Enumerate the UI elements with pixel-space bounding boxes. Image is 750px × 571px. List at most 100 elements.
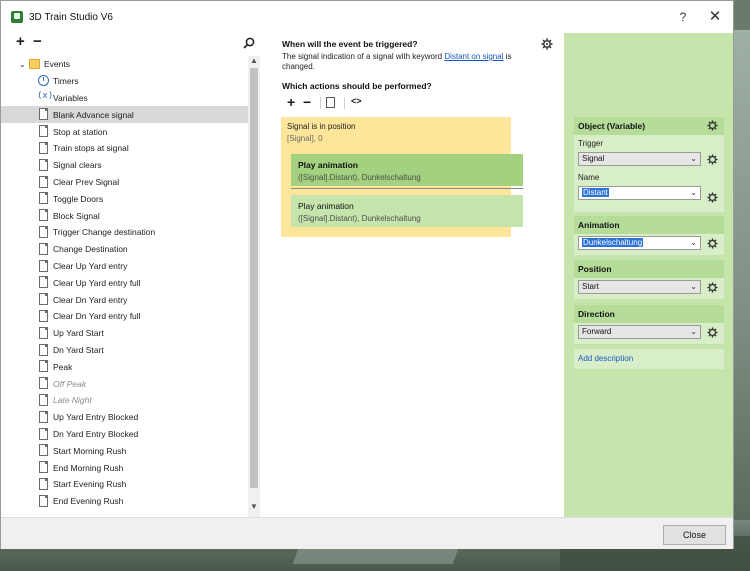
animation-card: Animation Dunkelschaltung ⌄ (574, 216, 724, 255)
list-item-label: End Morning Rush (53, 462, 124, 473)
gear-icon[interactable] (707, 154, 718, 165)
document-icon (39, 360, 48, 373)
position-card: Position Start ⌄ (574, 260, 724, 299)
tree-item-event[interactable]: Clear Up Yard entry (1, 258, 248, 275)
tree-item-timers[interactable]: Timers (1, 73, 248, 90)
add-description-link[interactable]: Add description (578, 354, 633, 363)
chevron-down-icon[interactable]: ⌄ (690, 153, 697, 165)
action-block[interactable]: Play animation ([Signal].Distant), Dunke… (291, 195, 523, 227)
document-icon (39, 175, 48, 188)
close-button[interactable]: Close (663, 525, 726, 545)
name-select[interactable]: Distant ⌄ (578, 186, 701, 200)
search-icon[interactable] (243, 37, 255, 49)
list-item-label: Train stops at signal (53, 143, 129, 154)
document-icon (39, 410, 48, 423)
dialog-window: 3D Train Studio V6 ? ✕ + − ⌄ Events Time… (0, 0, 734, 549)
chevron-down-icon[interactable]: ⌄ (690, 326, 697, 338)
tree-item-event[interactable]: Clear Dn Yard entry full (1, 308, 248, 325)
animation-card-header: Animation (574, 216, 724, 234)
direction-select[interactable]: Forward ⌄ (578, 325, 701, 339)
tree-item-event[interactable]: Dn Yard Entry Blocked (1, 426, 248, 443)
tree-root-events[interactable]: ⌄ Events (1, 56, 248, 73)
document-icon (39, 259, 48, 272)
remove-action-button[interactable]: − (303, 94, 311, 110)
tree-item-event[interactable]: Peak (1, 358, 248, 375)
gear-icon[interactable] (707, 120, 718, 131)
document-icon (39, 293, 48, 306)
trigger-keyword-link[interactable]: Distant on signal (444, 52, 503, 61)
gear-icon[interactable] (541, 38, 553, 50)
tree-item-event[interactable]: Late Night (1, 392, 248, 409)
chevron-down-icon[interactable]: ⌄ (690, 237, 697, 249)
document-icon (39, 225, 48, 238)
document-icon (39, 326, 48, 339)
object-variable-card: Object (Variable) Trigger Signal ⌄ Name … (574, 117, 724, 212)
scroll-down-icon[interactable]: ▼ (250, 502, 258, 511)
chevron-down-icon[interactable]: ⌄ (19, 60, 26, 69)
gear-icon[interactable] (707, 327, 718, 338)
tree-item-event[interactable]: Clear Prev Signal (1, 174, 248, 191)
chevron-down-icon[interactable]: ⌄ (690, 187, 697, 199)
add-description-card: Add description (574, 349, 724, 369)
tree-item-event[interactable]: Start Morning Rush (1, 442, 248, 459)
close-window-button[interactable]: ✕ (705, 7, 725, 27)
tree-item-event[interactable]: End Evening Rush (1, 493, 248, 510)
position-card-header: Position (574, 260, 724, 278)
paste-icon[interactable] (326, 97, 335, 108)
scroll-up-icon[interactable]: ▲ (250, 56, 258, 65)
tree-item-event[interactable]: Clear Up Yard entry full (1, 274, 248, 291)
help-button[interactable]: ? (673, 7, 693, 27)
document-icon (39, 477, 48, 490)
tree-item-event[interactable]: Start Evening Rush (1, 476, 248, 493)
add-action-button[interactable]: + (287, 94, 295, 110)
actions-toolbar: + − <> (282, 94, 402, 110)
gear-icon[interactable] (707, 192, 718, 203)
gear-icon[interactable] (707, 282, 718, 293)
action-detail: ([Signal].Distant), Dunkelschaltung (298, 214, 421, 223)
tree-item-event[interactable]: Signal clears (1, 157, 248, 174)
tree-item-event[interactable]: Up Yard Start (1, 325, 248, 342)
tree-item-event[interactable]: Up Yard Entry Blocked (1, 409, 248, 426)
tree-item-event[interactable]: Off Peak (1, 375, 248, 392)
add-event-button[interactable]: + (16, 34, 25, 49)
chevron-down-icon[interactable]: ⌄ (690, 281, 697, 293)
tree-item-event[interactable]: End Morning Rush (1, 459, 248, 476)
document-icon (39, 141, 48, 154)
tree-scrollbar[interactable]: ▲ ▼ (248, 56, 260, 517)
tree-item-event[interactable]: Clear Dn Yard entry (1, 291, 248, 308)
list-item-label: Toggle Doors (53, 193, 104, 204)
animation-select[interactable]: Dunkelschaltung ⌄ (578, 236, 701, 250)
tree-item-event[interactable]: Trigger Change destination (1, 224, 248, 241)
list-item-label: Off Peak (53, 378, 87, 389)
tree-item-event[interactable]: Change Destination (1, 241, 248, 258)
tree-item-variables[interactable]: (x) Variables (1, 90, 248, 107)
document-icon (39, 343, 48, 356)
trigger-select[interactable]: Signal ⌄ (578, 152, 701, 166)
list-item-label: Trigger Change destination (53, 227, 156, 238)
gear-icon[interactable] (707, 238, 718, 249)
list-item-label: Blank Advance signal (53, 109, 134, 120)
code-view-button[interactable]: <> (351, 96, 362, 106)
trigger-text-before: The signal indication of a signal with k… (282, 52, 445, 61)
position-select-value: Start (582, 282, 599, 291)
remove-event-button[interactable]: − (33, 34, 42, 49)
document-icon (39, 276, 48, 289)
position-select[interactable]: Start ⌄ (578, 280, 701, 294)
tree-item-event[interactable]: Stop at station (1, 123, 248, 140)
tree-item-event[interactable]: Blank Advance signal (1, 106, 248, 124)
list-item-label: Change Destination (53, 244, 128, 255)
action-block-selected[interactable]: Play animation ([Signal].Distant), Dunke… (291, 154, 523, 186)
list-item-label: Clear Prev Signal (53, 176, 120, 187)
tree-item-event[interactable]: Train stops at signal (1, 140, 248, 157)
list-item-label: Block Signal (53, 210, 100, 221)
trigger-question: When will the event be triggered? (282, 39, 418, 49)
tree-item-event[interactable]: Dn Yard Start (1, 342, 248, 359)
list-item-label: Clear Dn Yard entry full (53, 311, 141, 322)
tree-item-event[interactable]: Block Signal (1, 207, 248, 224)
toolbar-divider (320, 97, 321, 109)
condition-title: Signal is in position (287, 122, 356, 131)
tree-item-event[interactable]: Toggle Doors (1, 190, 248, 207)
animation-select-value: Dunkelschaltung (582, 238, 644, 247)
document-icon (39, 125, 48, 138)
scrollbar-thumb[interactable] (250, 68, 258, 488)
